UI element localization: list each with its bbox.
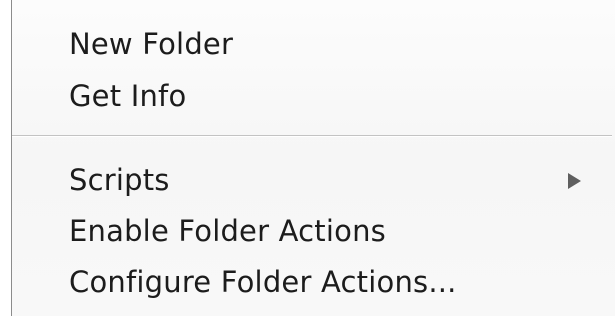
menu-item-scripts[interactable]: Scripts xyxy=(69,160,170,200)
menu-item-get-info[interactable]: Get Info xyxy=(69,76,186,116)
menu-item-new-folder[interactable]: New Folder xyxy=(69,24,233,64)
submenu-arrow-icon xyxy=(568,173,581,189)
context-menu: New Folder Get Info Scripts Enable Folde… xyxy=(11,0,615,316)
menu-item-configure-folder-actions[interactable]: Configure Folder Actions... xyxy=(69,262,457,302)
menu-separator xyxy=(12,135,612,137)
menu-item-enable-folder-actions[interactable]: Enable Folder Actions xyxy=(69,211,386,251)
